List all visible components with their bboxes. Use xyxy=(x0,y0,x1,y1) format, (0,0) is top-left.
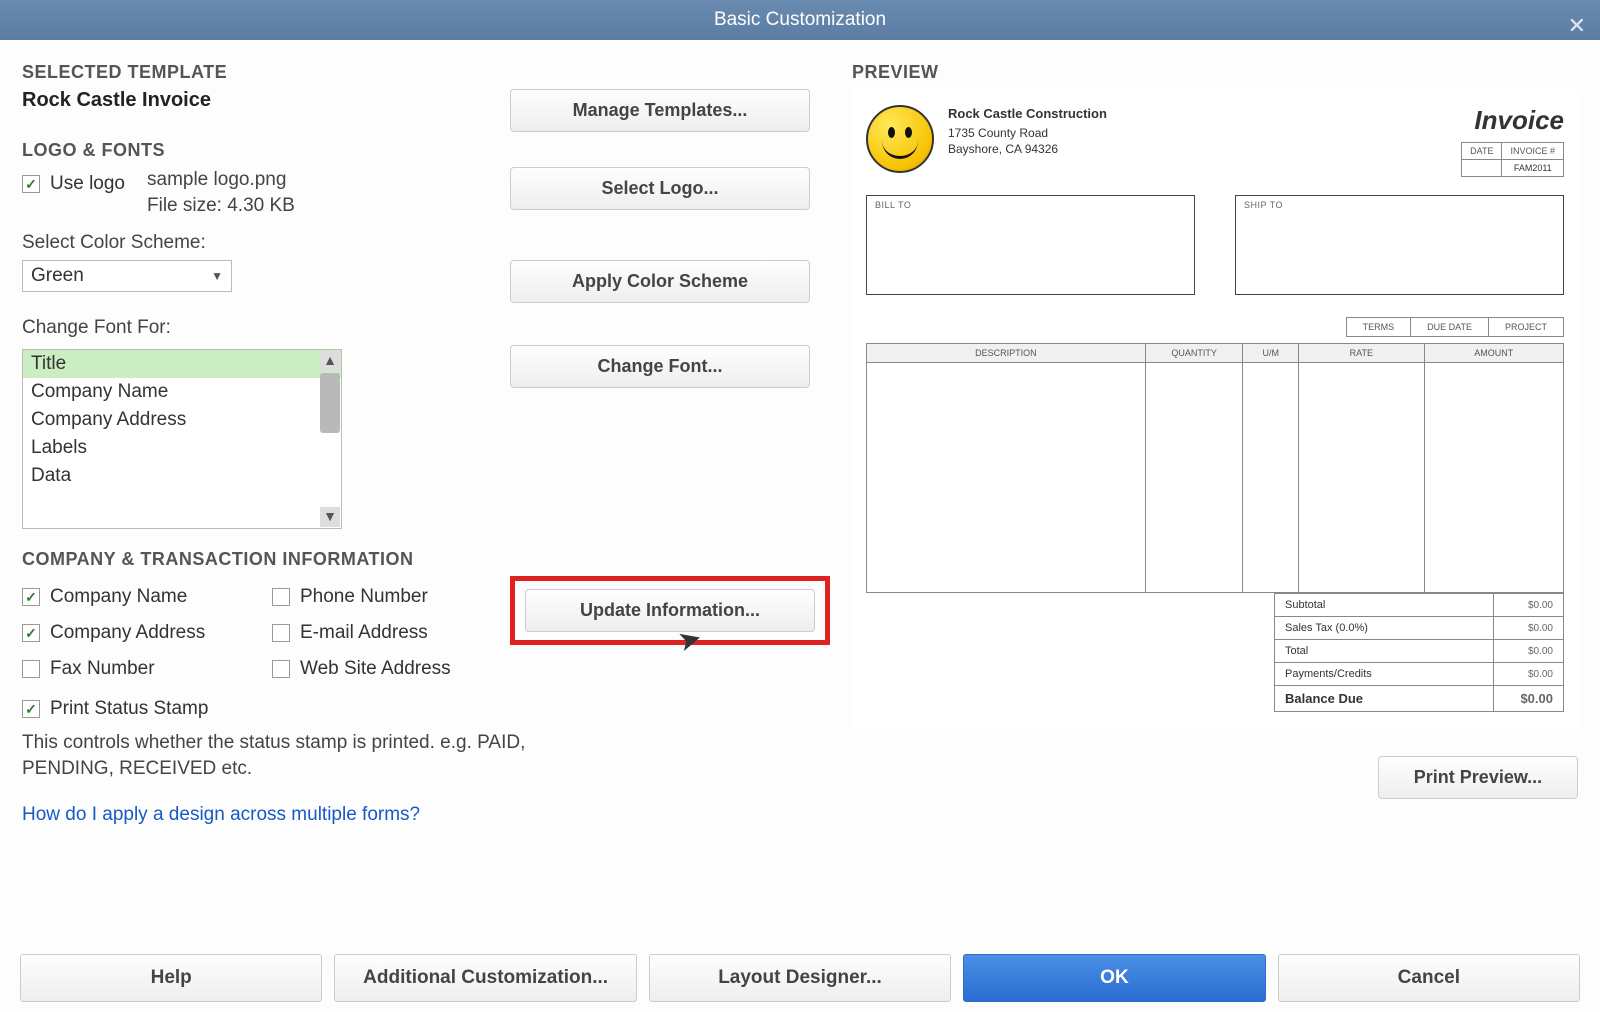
preview-terms-table: TERMS DUE DATE PROJECT xyxy=(1346,317,1564,337)
preview-lineitems-table: DESCRIPTION QUANTITY U/M RATE AMOUNT xyxy=(866,343,1564,593)
label-company-name: Company Name xyxy=(50,586,187,608)
manage-templates-button[interactable]: Manage Templates... xyxy=(510,89,810,132)
update-information-button[interactable]: Update Information... xyxy=(525,589,815,632)
check-website[interactable] xyxy=(272,660,290,678)
preview-col-amount: AMOUNT xyxy=(1424,344,1563,363)
label-website: Web Site Address xyxy=(300,658,451,680)
preview-billto-label: BILL TO xyxy=(875,200,911,210)
color-scheme-label: Select Color Scheme: xyxy=(22,232,822,254)
preview-addr1: 1735 County Road xyxy=(948,125,1107,141)
preview-col-um: U/M xyxy=(1243,344,1299,363)
chevron-down-icon: ▼ xyxy=(211,269,223,283)
preview-date-hdr: DATE xyxy=(1462,143,1502,160)
preview-col-rate: RATE xyxy=(1299,344,1424,363)
font-item-title[interactable]: Title xyxy=(23,350,341,378)
use-logo-checkbox[interactable] xyxy=(22,175,40,193)
invoice-preview: Rock Castle Construction 1735 County Roa… xyxy=(852,89,1578,728)
window-title: Basic Customization xyxy=(714,9,886,30)
check-company-name[interactable] xyxy=(22,588,40,606)
color-scheme-dropdown[interactable]: Green ▼ xyxy=(22,260,232,292)
scroll-down-icon[interactable]: ▼ xyxy=(320,507,340,527)
preview-heading: PREVIEW xyxy=(852,62,1578,83)
check-company-address[interactable] xyxy=(22,624,40,642)
preview-terms-hdr: TERMS xyxy=(1346,318,1411,337)
dialog-body: SELECTED TEMPLATE Rock Castle Invoice Ma… xyxy=(0,40,1600,1012)
preview-billto-box: BILL TO xyxy=(866,195,1195,295)
check-email-address[interactable] xyxy=(272,624,290,642)
change-font-for-label: Change Font For: xyxy=(22,317,822,339)
bottom-button-bar: Help Additional Customization... Layout … xyxy=(0,954,1600,1012)
preview-shipto-label: SHIP TO xyxy=(1244,200,1283,210)
company-info-heading: COMPANY & TRANSACTION INFORMATION xyxy=(22,549,822,570)
layout-button[interactable]: Layout Designer... xyxy=(649,954,951,1002)
preview-company-name: Rock Castle Construction xyxy=(948,105,1107,123)
help-button[interactable]: Help xyxy=(20,954,322,1002)
apply-color-scheme-button[interactable]: Apply Color Scheme xyxy=(510,260,810,303)
label-email-address: E-mail Address xyxy=(300,622,428,644)
preview-salestax-label: Sales Tax (0.0%) xyxy=(1275,617,1494,640)
preview-invno-val: FAM2011 xyxy=(1502,160,1564,177)
preview-col-description: DESCRIPTION xyxy=(867,344,1146,363)
preview-doc-title: Invoice xyxy=(1461,105,1564,136)
print-preview-button[interactable]: Print Preview... xyxy=(1378,756,1578,799)
label-company-address: Company Address xyxy=(50,622,205,644)
status-stamp-description: This controls whether the status stamp i… xyxy=(22,730,582,781)
select-logo-button[interactable]: Select Logo... xyxy=(510,167,810,210)
preview-invno-hdr: INVOICE # xyxy=(1502,143,1564,160)
titlebar: Basic Customization ✕ xyxy=(0,0,1600,40)
preview-totals-table: Subtotal$0.00 Sales Tax (0.0%)$0.00 Tota… xyxy=(1274,593,1564,712)
preview-shipto-box: SHIP TO xyxy=(1235,195,1564,295)
additional-button[interactable]: Additional Customization... xyxy=(334,954,636,1002)
preview-payments-amt: $0.00 xyxy=(1494,663,1564,686)
font-item-labels[interactable]: Labels xyxy=(23,434,341,462)
font-item-company-name[interactable]: Company Name xyxy=(23,378,341,406)
scrollbar-thumb[interactable] xyxy=(320,373,340,433)
logo-filename: sample logo.png xyxy=(147,167,295,193)
label-fax-number: Fax Number xyxy=(50,658,155,680)
preview-salestax-amt: $0.00 xyxy=(1494,617,1564,640)
cancel-button[interactable]: Cancel xyxy=(1278,954,1580,1002)
preview-project-hdr: PROJECT xyxy=(1488,318,1563,337)
font-item-company-address[interactable]: Company Address xyxy=(23,406,341,434)
check-phone-number[interactable] xyxy=(272,588,290,606)
preview-payments-label: Payments/Credits xyxy=(1275,663,1494,686)
check-fax-number[interactable] xyxy=(22,660,40,678)
scroll-up-icon[interactable]: ▲ xyxy=(320,351,340,371)
label-print-status-stamp: Print Status Stamp xyxy=(50,698,208,720)
smiley-logo-icon xyxy=(866,105,934,173)
font-target-list[interactable]: Title Company Name Company Address Label… xyxy=(22,349,342,529)
check-print-status-stamp[interactable] xyxy=(22,700,40,718)
preview-total-amt: $0.00 xyxy=(1494,640,1564,663)
logo-filesize: File size: 4.30 KB xyxy=(147,193,295,219)
color-scheme-value: Green xyxy=(31,265,84,287)
preview-balance-label: Balance Due xyxy=(1275,686,1494,712)
update-information-highlight: Update Information... ➤ xyxy=(510,576,830,645)
logo-fonts-heading: LOGO & FONTS xyxy=(22,140,822,161)
preview-subtotal-amt: $0.00 xyxy=(1494,594,1564,617)
preview-date-invno-table: DATEINVOICE # FAM2011 xyxy=(1461,142,1564,177)
preview-subtotal-label: Subtotal xyxy=(1275,594,1494,617)
template-name: Rock Castle Invoice xyxy=(22,89,482,112)
preview-total-label: Total xyxy=(1275,640,1494,663)
ok-button[interactable]: OK xyxy=(963,954,1265,1002)
change-font-button[interactable]: Change Font... xyxy=(510,345,810,388)
label-phone-number: Phone Number xyxy=(300,586,428,608)
preview-duedate-hdr: DUE DATE xyxy=(1411,318,1489,337)
selected-template-heading: SELECTED TEMPLATE xyxy=(22,62,822,83)
preview-col-quantity: QUANTITY xyxy=(1145,344,1243,363)
font-item-data[interactable]: Data xyxy=(23,462,341,490)
design-across-forms-link[interactable]: How do I apply a design across multiple … xyxy=(22,804,420,826)
use-logo-label: Use logo xyxy=(50,173,125,195)
preview-balance-amt: $0.00 xyxy=(1494,686,1564,712)
preview-addr2: Bayshore, CA 94326 xyxy=(948,141,1107,157)
